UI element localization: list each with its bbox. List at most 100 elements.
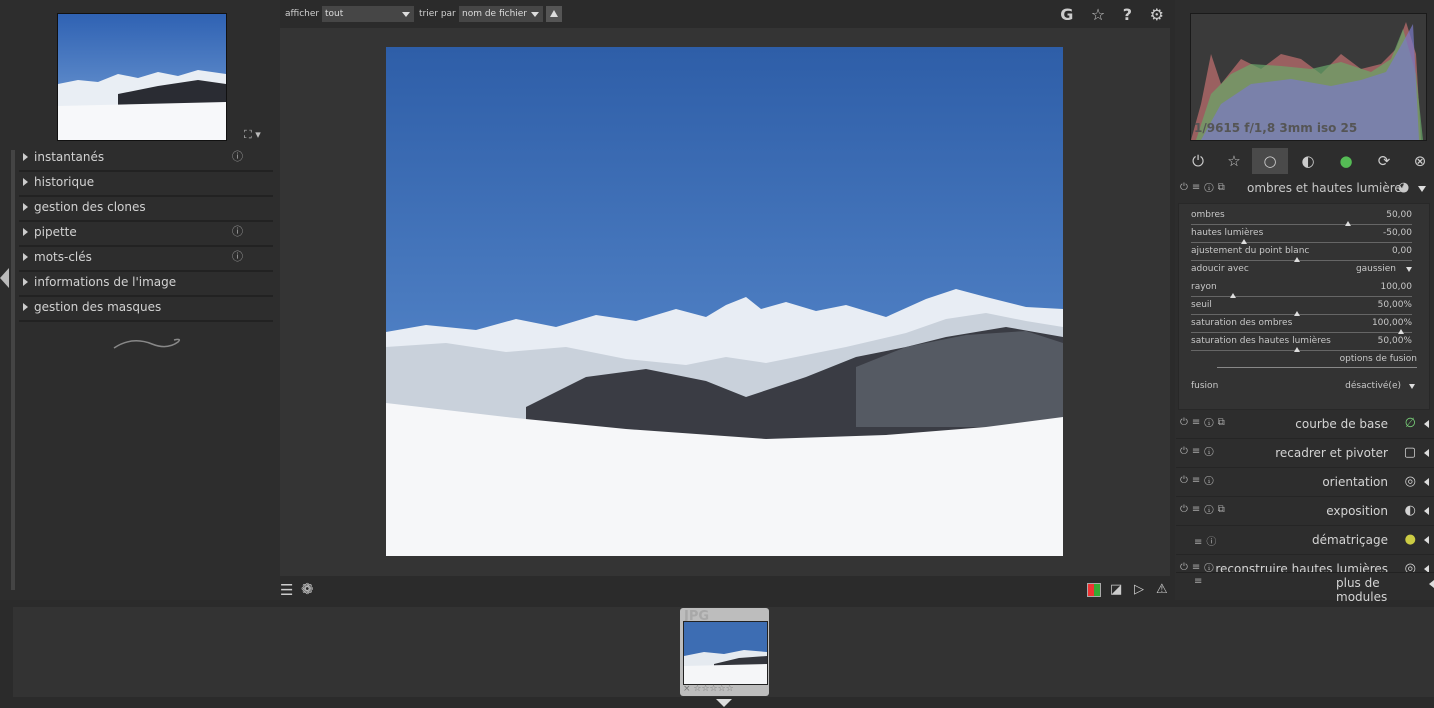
module-controls-icons[interactable]: ⏻≡ⓘ — [1180, 446, 1218, 457]
module-label: informations de l'image — [34, 275, 177, 289]
blend-label: fusion — [1191, 381, 1219, 391]
module-demosaic[interactable]: ≡ⓘ dématriçage ● — [1176, 526, 1434, 555]
chevron-down-icon — [531, 12, 539, 17]
blend-mode-value[interactable]: désactivé(e) — [1345, 381, 1401, 391]
shadows-highlights-header[interactable]: ⏻≡ⓘ⧉ ombres et hautes lumières ◕ — [1176, 178, 1434, 200]
slider-knob[interactable] — [1229, 293, 1236, 298]
slider-knob[interactable] — [1294, 257, 1301, 262]
blend-options-toggle[interactable]: options de fusion — [1217, 354, 1417, 368]
show-filter-select[interactable]: tout — [322, 6, 414, 22]
module-snapshots[interactable]: instantanés ⓘ — [19, 146, 273, 172]
tab-correct[interactable]: ⟳ — [1366, 148, 1402, 174]
slider-knob[interactable] — [1294, 347, 1301, 352]
sort-select[interactable]: nom de fichier — [459, 6, 543, 22]
module-controls-icons[interactable]: ≡ⓘ — [1194, 533, 1220, 548]
module-label: gestion des masques — [34, 300, 162, 314]
module-controls-icons[interactable]: ⏻≡ⓘ — [1180, 475, 1218, 486]
module-duplicate-manager[interactable]: gestion des clones — [19, 196, 273, 222]
overexposure-icon[interactable]: ◪ — [1110, 582, 1122, 597]
module-controls-icons[interactable]: ⏻≡ⓘ⧉ — [1180, 417, 1229, 428]
slider-radius[interactable]: rayon 100,00 — [1191, 281, 1412, 299]
slider-label: saturation des hautes lumières — [1191, 336, 1331, 346]
chevron-down-icon — [402, 12, 410, 17]
zoom-controls-icon[interactable]: ⛶ ▾ — [244, 128, 261, 142]
module-mask-manager[interactable]: gestion des masques — [19, 296, 273, 322]
module-label: gestion des clones — [34, 200, 146, 214]
slider-value: 0,00 — [1391, 246, 1412, 256]
tab-effects[interactable]: ⊗ — [1402, 148, 1434, 174]
info-icon[interactable]: ⓘ — [232, 221, 243, 243]
sort-direction-button[interactable] — [546, 6, 562, 22]
show-filter-value: tout — [325, 9, 344, 19]
module-controls-icons[interactable]: ⏻≡ⓘ⧉ — [1180, 182, 1229, 193]
slider-track — [1191, 224, 1412, 225]
slider-highlights[interactable]: hautes lumières -50,00 — [1191, 227, 1412, 245]
slider-knob[interactable] — [1241, 239, 1248, 244]
module-label: pipette — [34, 225, 77, 239]
module-name: courbe de base — [1295, 417, 1388, 431]
navigation-thumbnail[interactable] — [57, 13, 227, 141]
module-history[interactable]: historique — [19, 171, 273, 197]
curve-icon: ∅ — [1404, 416, 1416, 431]
info-icon[interactable]: ⓘ — [232, 146, 243, 168]
more-modules-label: plus de modules — [1336, 576, 1388, 604]
slider-shadows-saturation[interactable]: saturation des ombres 100,00% — [1191, 317, 1412, 335]
module-base-curve[interactable]: ⏻≡ⓘ⧉ courbe de base ∅ — [1176, 410, 1434, 439]
slider-value: 50,00% — [1377, 336, 1412, 346]
focus-peaking-icon[interactable]: ▷ — [1134, 582, 1144, 597]
soften-with-select[interactable]: adoucir avec gaussien — [1191, 263, 1412, 281]
chevron-down-icon[interactable] — [1418, 186, 1426, 192]
slider-threshold[interactable]: seuil 50,00% — [1191, 299, 1412, 317]
chevron-left-icon — [1429, 580, 1434, 588]
module-color-picker[interactable]: pipette ⓘ — [19, 221, 273, 247]
power-icon: ⏻ — [1192, 152, 1204, 170]
gamut-warning-icon[interactable]: ⚠ — [1156, 582, 1168, 597]
slider-value: 100,00% — [1371, 318, 1412, 328]
tab-color[interactable]: ● — [1328, 148, 1364, 174]
soft-proofing-icon[interactable] — [1087, 583, 1101, 597]
chevron-left-icon — [1424, 420, 1429, 428]
slider-highlights-saturation[interactable]: saturation des hautes lumières 50,00% — [1191, 335, 1412, 353]
module-exposure[interactable]: ⏻≡ⓘ⧉ exposition ◐ — [1176, 497, 1434, 526]
module-controls-icons[interactable]: ⏻≡ⓘ⧉ — [1180, 504, 1229, 515]
tone-icon: ◐ — [1301, 152, 1315, 170]
module-tagging[interactable]: mots-clés ⓘ — [19, 246, 273, 272]
slider-track — [1191, 332, 1412, 333]
shadows-highlights-icon: ◕ — [1398, 180, 1410, 195]
slider-white-point[interactable]: ajustement du point blanc 0,00 — [1191, 245, 1412, 263]
tab-favorites[interactable]: ☆ — [1216, 148, 1252, 174]
histogram-exif-info: 1/9615 f/1,8 3mm iso 25 — [1194, 121, 1358, 135]
collapse-left-panel-arrow[interactable] — [0, 268, 9, 288]
slider-shadows[interactable]: ombres 50,00 — [1191, 209, 1412, 227]
more-modules-button[interactable]: ≡ plus de modules — [1176, 572, 1434, 604]
module-image-information[interactable]: informations de l'image — [19, 271, 273, 297]
slider-label: ombres — [1191, 210, 1225, 220]
slider-value: -50,00 — [1382, 228, 1412, 238]
left-scrollbar[interactable] — [11, 150, 15, 590]
slider-knob[interactable] — [1344, 221, 1351, 226]
tab-tone[interactable]: ◐ — [1290, 148, 1326, 174]
select-value: gaussien — [1355, 264, 1396, 274]
orientation-icon: ◎ — [1404, 474, 1416, 489]
top-icons[interactable]: G ☆ ? ⚙ — [1060, 5, 1170, 24]
filmstrip-image[interactable] — [683, 621, 768, 685]
main-image[interactable] — [386, 47, 1063, 556]
crop-icon: ▢ — [1403, 445, 1416, 460]
menu-icon[interactable]: ☰ — [280, 581, 293, 599]
module-title: ombres et hautes lumières — [1247, 181, 1409, 195]
tab-basic[interactable]: ○ — [1252, 148, 1288, 174]
tab-active-modules[interactable]: ⏻ — [1180, 148, 1216, 174]
slider-knob[interactable] — [1397, 329, 1404, 334]
correct-icon: ⟳ — [1377, 152, 1391, 170]
star-rating[interactable]: × ☆☆☆☆☆ — [683, 684, 734, 694]
chevron-down-icon[interactable] — [1409, 384, 1415, 389]
collapse-filmstrip-arrow[interactable] — [716, 699, 732, 707]
slider-knob[interactable] — [1294, 311, 1301, 316]
module-crop-rotate[interactable]: ⏻≡ⓘ recadrer et pivoter ▢ — [1176, 439, 1434, 468]
styles-icon[interactable]: ❁ — [301, 580, 314, 598]
sort-value: nom de fichier — [462, 9, 528, 19]
info-icon[interactable]: ⓘ — [232, 246, 243, 268]
module-orientation[interactable]: ⏻≡ⓘ orientation ◎ — [1176, 468, 1434, 497]
chevron-left-icon — [1424, 536, 1429, 544]
module-highlight-reconstruction[interactable]: ⏻≡ⓘ reconstruire hautes lumières ◎ — [1176, 555, 1434, 573]
